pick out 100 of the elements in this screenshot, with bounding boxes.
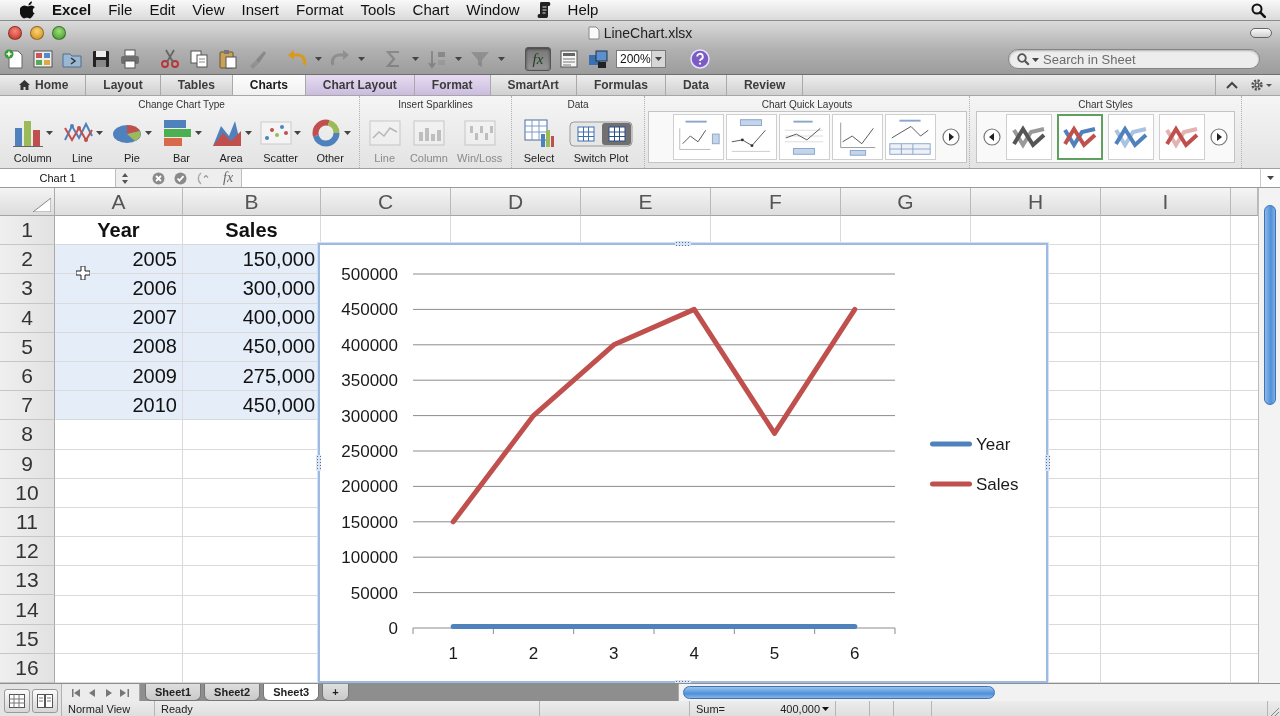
ribbon-button[interactable]: Scatter [258,116,304,165]
chart-layout-option[interactable] [778,114,830,160]
sheet-tab[interactable]: Sheet1 [145,684,202,701]
menu-item[interactable]: Tools [360,0,396,20]
scrollbar-thumb[interactable] [683,686,995,699]
copy-icon[interactable] [188,48,210,70]
first-sheet-icon[interactable] [71,688,81,697]
cut-icon[interactable] [159,48,181,70]
table-cell[interactable]: 2009 [55,361,183,392]
column-header[interactable]: B [183,188,321,216]
ribbon-tab[interactable]: Format [414,75,491,95]
print-icon[interactable] [119,48,141,70]
ribbon-button[interactable]: Area [208,116,254,165]
sheet-tab[interactable]: Sheet3 [263,684,320,701]
caret-icon[interactable] [343,131,351,135]
ribbon-button[interactable]: Column [10,116,56,165]
column-header[interactable] [1231,188,1258,216]
collapse-ribbon-icon[interactable] [1226,81,1238,89]
row-header[interactable]: 8 [0,420,55,450]
minimize-window-icon[interactable] [30,25,44,40]
row-header[interactable]: 9 [0,449,55,479]
close-window-icon[interactable] [8,25,22,40]
chart-style-option[interactable] [1108,114,1154,160]
name-box-field[interactable]: Chart 1 [0,169,116,187]
last-sheet-icon[interactable] [120,688,130,697]
table-cell[interactable]: 2007 [55,303,183,333]
column-header[interactable]: I [1101,188,1231,216]
expand-formula-icon[interactable] [1267,176,1274,180]
app-menu[interactable]: Excel [52,0,92,20]
row-header[interactable]: 14 [0,595,55,625]
ribbon-button[interactable]: Select [521,116,557,165]
next-sheet-icon[interactable] [104,688,114,697]
apple-logo-icon[interactable] [20,1,35,19]
ribbon-tab[interactable]: Layout [86,75,161,95]
formula-input-field[interactable] [241,169,1260,187]
menu-item[interactable]: Format [296,0,344,20]
row-header[interactable]: 16 [0,653,55,683]
row-header[interactable]: 10 [0,478,55,508]
colored-tiles-icon[interactable] [32,48,54,70]
search-field[interactable]: Search in Sheet [1008,49,1260,69]
row-header[interactable]: 15 [0,624,55,654]
add-sheet-button[interactable]: + [322,684,349,701]
toolbar-toggle-icon[interactable] [1250,27,1272,38]
resize-handle-icon[interactable] [675,241,691,246]
help-icon[interactable] [690,49,710,69]
ribbon-tab[interactable]: Chart Layout [305,75,415,95]
menu-item[interactable]: View [192,0,225,20]
caret-icon[interactable] [194,131,202,135]
sheet-tab[interactable]: Sheet2 [204,684,261,701]
search-icon[interactable] [1017,53,1030,66]
select-all-button[interactable] [0,188,55,216]
chart-layout-option[interactable] [672,114,724,160]
normal-view-button[interactable] [3,688,30,713]
row-header[interactable]: 1 [0,216,55,246]
ribbon-button[interactable]: Bar [158,116,204,165]
caret-icon[interactable] [822,707,829,711]
chart-layout-option[interactable] [884,114,936,160]
column-header[interactable]: A [55,188,183,216]
ribbon-tab[interactable]: Tables [160,75,233,95]
column-header[interactable]: F [711,188,841,216]
menu-item[interactable]: Help [567,0,599,20]
new-document-icon[interactable] [3,48,25,70]
table-cell[interactable]: 2010 [55,391,183,421]
previous-sheet-icon[interactable] [87,688,97,697]
ribbon-tab[interactable]: Home [2,75,87,95]
column-header[interactable]: H [971,188,1101,216]
zoom-window-icon[interactable] [52,25,66,40]
resize-handle-icon[interactable] [316,455,321,471]
sum-value-dropdown[interactable]: 400,000 [780,703,829,715]
scrollbar-thumb[interactable] [1263,205,1276,405]
row-header[interactable]: 13 [0,566,55,596]
ribbon-button[interactable]: Other [307,116,353,165]
ribbon-tab[interactable]: Data [665,75,727,95]
caret-icon[interactable] [46,131,54,135]
table-cell[interactable]: 2008 [55,332,183,362]
caret-icon[interactable] [244,131,252,135]
chart-style-option[interactable] [1057,114,1103,160]
menu-item[interactable]: Window [466,0,520,20]
cancel-icon[interactable] [152,171,165,185]
ribbon-button[interactable]: Line [59,116,105,165]
page-layout-view-button[interactable] [31,688,58,713]
chart-layout-option[interactable] [831,114,883,160]
enter-icon[interactable] [174,171,187,185]
table-cell[interactable]: 2005 [55,245,183,275]
ribbon-button[interactable]: Switch Plot [567,116,635,165]
save-icon[interactable] [90,48,112,70]
stepper-icon[interactable] [122,172,128,184]
row-header[interactable]: 11 [0,507,55,538]
menu-item[interactable]: Insert [241,0,279,20]
table-cell[interactable]: 2006 [55,274,183,304]
ribbon-tab[interactable]: Charts [232,75,306,95]
chart-style-option[interactable] [1006,114,1052,160]
ribbon-tab[interactable]: Review [726,75,804,95]
menu-item[interactable]: File [108,0,133,20]
ribbon-tab[interactable]: SmartArt [490,75,577,95]
column-header[interactable]: D [451,188,581,216]
resize-handle-icon[interactable] [1045,455,1050,471]
column-header[interactable]: C [321,188,451,216]
stacked-windows-icon[interactable] [587,48,609,70]
scroll-icon[interactable] [536,1,551,19]
